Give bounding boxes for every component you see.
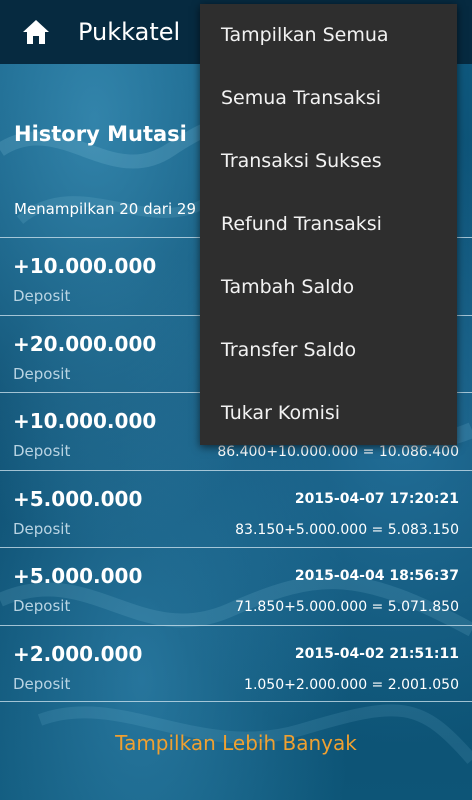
menu-item-semua-transaksi[interactable]: Semua Transaksi bbox=[200, 67, 457, 130]
transaction-type: Deposit bbox=[13, 519, 71, 538]
transaction-type: Deposit bbox=[13, 442, 71, 460]
transaction-type: Deposit bbox=[13, 597, 71, 615]
transaction-amount: +20.000.000 bbox=[13, 331, 157, 356]
transaction-balance-calc: 86.400+10.000.000 = 10.086.400 bbox=[217, 444, 459, 460]
transaction-balance-calc: 71.850+5.000.000 = 5.071.850 bbox=[235, 599, 459, 615]
transaction-amount: +5.000.000 bbox=[13, 564, 143, 588]
menu-item-tambah-saldo[interactable]: Tambah Saldo bbox=[200, 256, 457, 319]
menu-item-tukar-komisi[interactable]: Tukar Komisi bbox=[200, 382, 457, 445]
transaction-amount: +5.000.000 bbox=[13, 486, 143, 511]
app-title: Pukkatel bbox=[78, 18, 181, 46]
transaction-row[interactable]: +5.000.000 Deposit 2015-04-07 17:20:21 8… bbox=[0, 469, 472, 548]
transaction-date: 2015-04-07 17:20:21 bbox=[294, 490, 459, 507]
transaction-date: 2015-04-02 21:51:11 bbox=[294, 645, 459, 662]
menu-item-tampilkan-semua[interactable]: Tampilkan Semua bbox=[200, 4, 457, 67]
menu-item-transfer-saldo[interactable]: Transfer Saldo bbox=[200, 319, 457, 382]
transaction-amount: +2.000.000 bbox=[13, 641, 143, 666]
transaction-date: 2015-04-04 18:56:37 bbox=[294, 568, 459, 584]
menu-item-refund-transaksi[interactable]: Refund Transaksi bbox=[200, 193, 457, 256]
transaction-amount: +10.000.000 bbox=[13, 409, 157, 433]
transaction-balance-calc: 1.050+2.000.000 = 2.001.050 bbox=[244, 676, 459, 693]
transaction-amount: +10.000.000 bbox=[13, 254, 157, 278]
showing-count-text: Menampilkan 20 dari 29 da bbox=[14, 200, 220, 218]
page-title: History Mutasi bbox=[14, 122, 187, 146]
transaction-balance-calc: 83.150+5.000.000 = 5.083.150 bbox=[235, 521, 459, 538]
transaction-type: Deposit bbox=[13, 364, 71, 383]
menu-item-transaksi-sukses[interactable]: Transaksi Sukses bbox=[200, 130, 457, 193]
home-icon bbox=[23, 20, 49, 44]
home-button[interactable] bbox=[0, 0, 72, 64]
transaction-type: Deposit bbox=[13, 287, 71, 305]
transaction-type: Deposit bbox=[13, 674, 71, 693]
overflow-menu: Tampilkan Semua Semua Transaksi Transaks… bbox=[200, 4, 457, 445]
load-more-button[interactable]: Tampilkan Lebih Banyak bbox=[0, 718, 472, 768]
transaction-row[interactable]: +5.000.000 Deposit 2015-04-04 18:56:37 7… bbox=[0, 547, 472, 625]
transaction-row[interactable]: +2.000.000 Deposit 2015-04-02 21:51:11 1… bbox=[0, 624, 472, 702]
